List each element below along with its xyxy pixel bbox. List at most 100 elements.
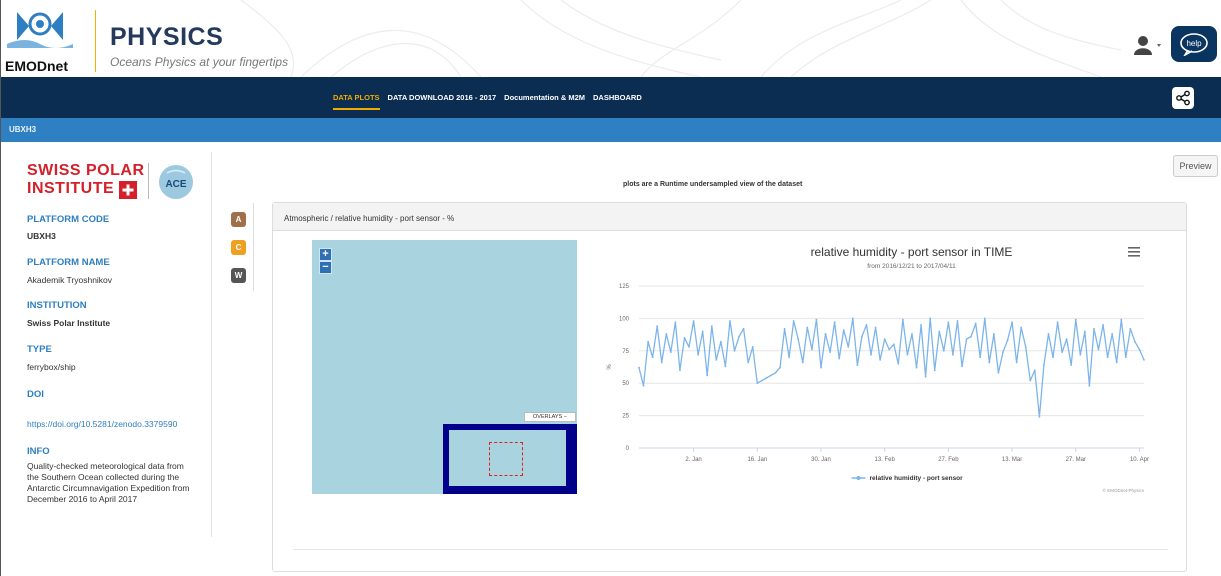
track-map[interactable]: + − OVERLAYS −	[312, 240, 577, 494]
emodnet-logo[interactable]: EMODnet	[5, 4, 93, 74]
overview-minimap[interactable]	[443, 424, 577, 494]
data-point	[865, 323, 868, 326]
type-label: TYPE	[27, 344, 52, 355]
data-point	[1002, 351, 1004, 353]
data-point	[756, 382, 759, 385]
data-point	[879, 358, 882, 361]
data-point	[906, 353, 909, 356]
overlays-toggle[interactable]: OVERLAYS −	[524, 412, 576, 422]
data-point	[797, 338, 800, 341]
data-point	[760, 379, 763, 382]
platform-bar: UBXH3	[1, 118, 1221, 142]
user-icon	[1134, 36, 1161, 55]
data-point	[738, 335, 740, 338]
doi-label: DOI	[27, 389, 44, 400]
data-point	[779, 366, 781, 369]
data-point	[1102, 323, 1104, 326]
site-title: PHYSICS	[110, 23, 224, 51]
data-point	[660, 361, 663, 364]
data-point	[997, 371, 1000, 374]
data-point	[674, 321, 677, 324]
tab-waves[interactable]: W	[231, 268, 246, 283]
nav-documentation[interactable]: Documentation & M2M	[504, 93, 585, 102]
nav-data-download[interactable]: DATA DOWNLOAD 2016 - 2017	[388, 93, 497, 102]
data-point	[856, 364, 859, 366]
y-tick-label: 125	[619, 284, 630, 290]
x-tick-label: 30. Jan	[811, 457, 831, 463]
data-point	[824, 333, 827, 335]
y-tick-label: 0	[626, 446, 630, 452]
plot-panel-title: Atmospheric / relative humidity - port s…	[284, 214, 455, 223]
help-bubble-icon: help	[1180, 33, 1208, 56]
tab-currents[interactable]: C	[231, 240, 246, 255]
chart-menu-button[interactable]	[1128, 247, 1140, 257]
x-tick-label: 16. Jan	[747, 457, 767, 463]
nav-data-plots[interactable]: DATA PLOTS	[333, 93, 380, 110]
data-point	[974, 322, 977, 325]
nav-dashboard[interactable]: DASHBOARD	[593, 93, 642, 102]
data-point	[851, 317, 854, 320]
logo-divider-line	[148, 163, 149, 199]
data-point	[801, 361, 804, 364]
data-point	[647, 340, 649, 343]
data-point	[688, 346, 690, 348]
swiss-flag-icon	[119, 181, 137, 199]
zoom-in-button[interactable]: +	[319, 248, 332, 261]
data-point	[1115, 361, 1118, 364]
help-button[interactable]: help	[1171, 26, 1217, 62]
y-tick-label: 75	[622, 349, 629, 355]
data-point	[1056, 321, 1059, 324]
data-point	[1097, 348, 1100, 351]
data-point	[983, 317, 986, 320]
share-button[interactable]	[1172, 87, 1194, 109]
tab-atmospheric[interactable]: A	[231, 212, 246, 227]
site-subtitle: Oceans Physics at your fingertips	[110, 55, 289, 69]
data-point	[815, 318, 818, 321]
preview-button[interactable]: Preview	[1173, 155, 1218, 177]
data-point	[1065, 338, 1068, 341]
x-tick-label: 27. Mar	[1066, 457, 1086, 463]
data-point	[1120, 318, 1123, 321]
chart-title: relative humidity - port sensor in TIME	[811, 245, 1013, 259]
data-point	[1015, 361, 1018, 364]
hamburger-icon	[1128, 251, 1140, 253]
data-point	[970, 335, 973, 338]
data-point	[642, 384, 645, 387]
data-point	[665, 333, 668, 335]
minimap-extent-box[interactable]	[489, 442, 523, 476]
data-point	[679, 369, 681, 372]
data-point	[1006, 339, 1009, 342]
data-point	[724, 365, 727, 368]
platform-name-value: Akademik Tryoshnikov	[27, 275, 113, 285]
data-point	[810, 348, 813, 351]
x-tick-label: 10. Apr	[1130, 457, 1149, 463]
type-value: ferrybox/ship	[27, 362, 76, 372]
nav-menu: DATA PLOTS DATA DOWNLOAD 2016 - 2017 Doc…	[333, 93, 650, 110]
chart-subtitle: from 2016/12/21 to 2017/04/11	[867, 263, 956, 270]
data-point	[788, 356, 791, 359]
hamburger-icon	[1128, 255, 1140, 257]
y-tick-label: 100	[619, 316, 630, 322]
sidebar-divider	[211, 152, 212, 537]
doi-link[interactable]: https://doi.org/10.5281/zenodo.3379590	[27, 419, 177, 429]
platform-code-value: UBXH3	[27, 231, 56, 241]
data-point	[710, 325, 713, 328]
emodnet-emblem-icon	[7, 12, 73, 48]
data-point	[1047, 333, 1050, 335]
zoom-out-button[interactable]: −	[319, 261, 332, 274]
data-point	[783, 327, 786, 330]
data-point	[861, 335, 863, 338]
data-point	[897, 362, 900, 365]
data-point	[1134, 340, 1136, 343]
data-point	[1061, 351, 1064, 353]
data-point	[1129, 327, 1132, 330]
data-point	[765, 377, 768, 379]
app-window: EMODnet PHYSICS Oceans Physics at your f…	[0, 0, 1221, 576]
data-point	[1038, 415, 1041, 418]
platform-bar-code: UBXH3	[9, 125, 37, 134]
data-point	[770, 374, 772, 377]
data-point	[911, 333, 913, 335]
data-point	[947, 321, 950, 324]
user-menu-button[interactable]	[1133, 34, 1163, 56]
data-point	[1043, 364, 1045, 366]
